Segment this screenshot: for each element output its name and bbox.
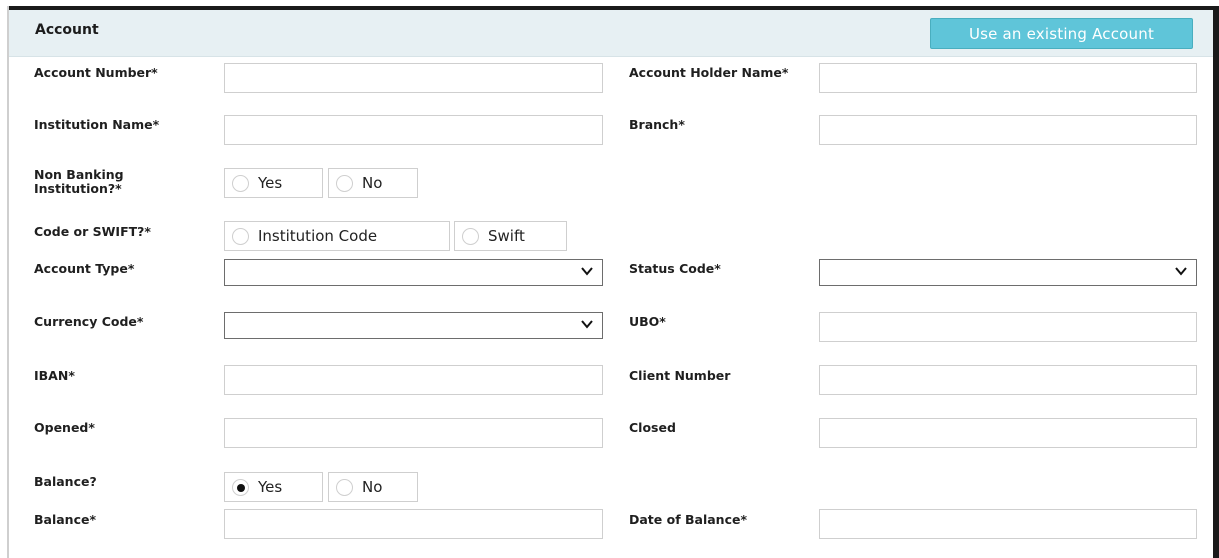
chevron-down-icon <box>581 320 593 329</box>
iban-label: IBAN* <box>34 368 75 383</box>
branch-label: Branch* <box>629 117 685 132</box>
account-number-input[interactable] <box>224 63 603 93</box>
radio-button-icon <box>336 478 353 496</box>
swift-radio[interactable]: Swift <box>454 221 567 251</box>
radio-button-icon <box>462 227 479 245</box>
non-banking-yes-radio[interactable]: Yes <box>224 168 323 198</box>
client-number-label: Client Number <box>629 368 731 383</box>
account-holder-name-input[interactable] <box>819 63 1197 93</box>
status-code-label: Status Code* <box>629 261 721 276</box>
radio-label: No <box>362 478 383 496</box>
chevron-down-icon <box>581 267 593 276</box>
radio-label: Institution Code <box>258 227 378 245</box>
currency-code-label: Currency Code* <box>34 314 144 329</box>
radio-button-icon <box>232 227 249 245</box>
closed-input[interactable] <box>819 418 1197 448</box>
chevron-down-icon <box>1175 267 1187 276</box>
panel-border-right <box>1213 6 1219 558</box>
section-header: Account Use an existing Account <box>9 10 1213 57</box>
account-number-label: Account Number* <box>34 65 158 80</box>
ubo-label: UBO* <box>629 314 666 329</box>
radio-label: No <box>362 174 383 192</box>
balance-no-radio[interactable]: No <box>328 472 418 502</box>
non-banking-label: Non Banking Institution?* <box>34 167 124 196</box>
use-existing-account-button[interactable]: Use an existing Account <box>930 18 1193 49</box>
panel-border-left <box>7 6 9 558</box>
radio-button-icon <box>336 174 353 192</box>
date-of-balance-label: Date of Balance* <box>629 512 747 527</box>
opened-label: Opened* <box>34 420 95 435</box>
non-banking-no-radio[interactable]: No <box>328 168 418 198</box>
radio-label: Yes <box>258 174 283 192</box>
code-or-swift-label: Code or SWIFT?* <box>34 224 151 239</box>
institution-name-label: Institution Name* <box>34 117 160 132</box>
branch-input[interactable] <box>819 115 1197 145</box>
balance-label: Balance* <box>34 512 97 527</box>
radio-label: Swift <box>488 227 525 245</box>
radio-button-icon <box>232 478 249 496</box>
account-form-panel: Account Use an existing Account Account … <box>0 0 1219 558</box>
date-of-balance-input[interactable] <box>819 509 1197 539</box>
balance-input[interactable] <box>224 509 603 539</box>
account-type-select[interactable] <box>224 259 603 286</box>
status-code-select[interactable] <box>819 259 1197 286</box>
institution-name-input[interactable] <box>224 115 603 145</box>
ubo-input[interactable] <box>819 312 1197 342</box>
balance-question-label: Balance? <box>34 474 97 489</box>
closed-label: Closed <box>629 420 676 435</box>
currency-code-select[interactable] <box>224 312 603 339</box>
iban-input[interactable] <box>224 365 603 395</box>
client-number-input[interactable] <box>819 365 1197 395</box>
account-type-label: Account Type* <box>34 261 135 276</box>
section-title: Account <box>35 22 99 38</box>
radio-label: Yes <box>258 478 283 496</box>
radio-button-icon <box>232 174 249 192</box>
account-holder-name-label: Account Holder Name* <box>629 65 789 80</box>
institution-code-radio[interactable]: Institution Code <box>224 221 450 251</box>
balance-yes-radio[interactable]: Yes <box>224 472 323 502</box>
opened-input[interactable] <box>224 418 603 448</box>
